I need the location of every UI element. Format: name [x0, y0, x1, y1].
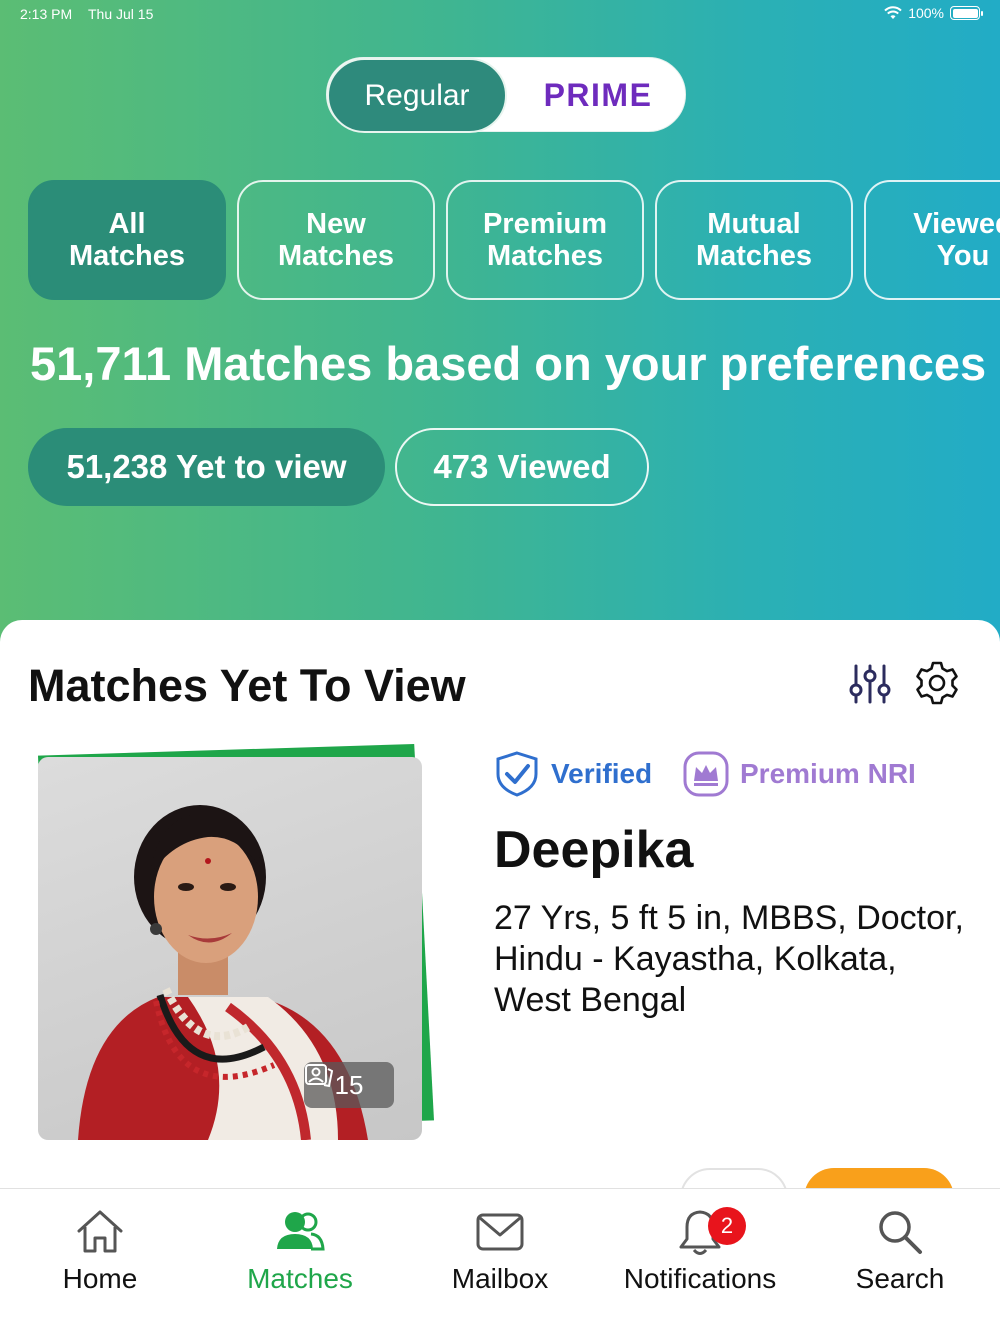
premium-nri-badge: Premium NRI	[682, 750, 916, 798]
status-indicators: 100%	[884, 5, 983, 21]
profile-details: 27 Yrs, 5 ft 5 in, MBBS, Doctor, Hindu -…	[494, 899, 964, 1019]
status-date: Thu Jul 15	[88, 6, 154, 22]
photo-count: 15	[334, 1069, 364, 1100]
nav-home[interactable]: Home	[0, 1189, 200, 1334]
tab-new-matches[interactable]: New Matches	[237, 180, 435, 300]
tab-mutual-matches[interactable]: Mutual Matches	[655, 180, 853, 300]
status-bar: 2:13 PM Thu Jul 15 100%	[0, 0, 1000, 28]
matches-people-icon	[277, 1212, 325, 1251]
tab-label-line1: All	[108, 208, 146, 240]
verified-label: Verified	[551, 758, 653, 789]
verified-badge: Verified	[493, 750, 652, 798]
bottom-navigation: Home Matches Mailbox Notifications 2 Sea…	[0, 1188, 1000, 1334]
gallery-icon	[305, 1064, 334, 1088]
tab-viewed-you[interactable]: Viewed You	[864, 180, 1000, 300]
nav-mailbox-label: Mailbox	[451, 1263, 549, 1294]
nav-matches-label: Matches	[247, 1263, 353, 1294]
tab-label-line1: New	[306, 208, 366, 240]
profile-name[interactable]: Deepika	[494, 820, 693, 880]
nav-home-label: Home	[62, 1263, 138, 1294]
status-time: 2:13 PM	[20, 6, 73, 22]
tab-label-line1: Viewed	[913, 208, 1000, 240]
premium-nri-label: Premium NRI	[740, 758, 916, 789]
regular-plan-button[interactable]: Regular	[327, 58, 507, 133]
section-title: Matches Yet To View	[28, 660, 466, 711]
shield-check-icon	[496, 751, 538, 797]
crown-icon	[683, 751, 729, 797]
home-icon	[77, 1210, 123, 1253]
nav-search[interactable]: Search	[800, 1189, 1000, 1334]
battery-icon	[950, 6, 983, 20]
tab-label-line1: Mutual	[707, 208, 801, 240]
tab-label-line1: Premium	[482, 208, 608, 240]
profile-photo[interactable]: 15	[38, 757, 422, 1140]
photo-count-badge: 15	[304, 1062, 394, 1108]
nav-mailbox[interactable]: Mailbox	[400, 1189, 600, 1334]
tab-label-line2: You	[936, 240, 990, 272]
tab-label-line2: Matches	[486, 240, 604, 272]
tab-label-line2: Matches	[68, 240, 186, 272]
nav-notifications[interactable]: Notifications	[600, 1189, 800, 1334]
search-icon	[879, 1211, 922, 1254]
nav-search-label: Search	[855, 1263, 945, 1294]
wifi-icon	[884, 6, 902, 19]
notification-count-badge: 2	[708, 1207, 746, 1245]
nav-matches[interactable]: Matches	[200, 1189, 400, 1334]
prime-plan-button[interactable]: PRIME	[523, 58, 673, 133]
mail-icon	[476, 1213, 524, 1251]
filter-sliders-icon[interactable]	[848, 662, 892, 706]
match-filter-tabs: All Matches New Matches Premium Matches …	[28, 180, 1000, 300]
plan-switch[interactable]: Regular PRIME	[326, 57, 686, 133]
battery-percent: 100%	[908, 5, 944, 21]
viewed-button[interactable]: 473 Viewed	[395, 428, 649, 506]
tab-all-matches[interactable]: All Matches	[28, 180, 226, 300]
tab-label-line2: Matches	[695, 240, 813, 272]
matches-summary: 51,711 Matches based on your preferences	[30, 337, 987, 390]
gear-icon[interactable]	[914, 660, 960, 706]
nav-notifications-label: Notifications	[623, 1263, 777, 1294]
yet-to-view-button[interactable]: 51,238 Yet to view	[28, 428, 385, 506]
tab-label-line2: Matches	[277, 240, 395, 272]
tab-premium-matches[interactable]: Premium Matches	[446, 180, 644, 300]
